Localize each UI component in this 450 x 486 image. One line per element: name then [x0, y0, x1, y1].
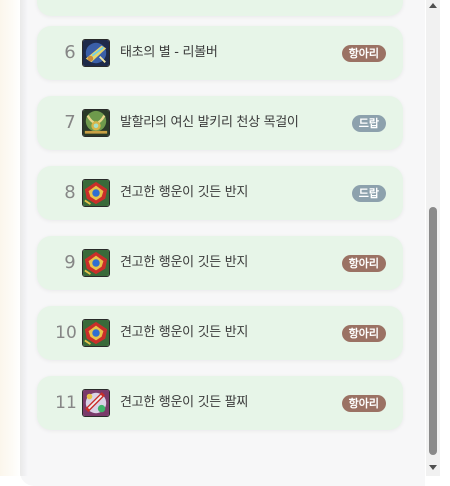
revolver-icon: [82, 39, 110, 67]
bracelet-icon: [82, 389, 110, 417]
item-name: 견고한 행운이 깃든 반지: [120, 185, 249, 200]
source-badge: 항아리: [341, 395, 386, 412]
vertical-scrollbar[interactable]: [426, 0, 440, 476]
source-badge: 항아리: [341, 325, 386, 342]
list-item[interactable]: 9 견고한 행운이 깃든 반지 항아리: [37, 236, 403, 290]
list-item[interactable]: 10 견고한 행운이 깃든 반지 항아리: [37, 306, 403, 360]
item-name: 견고한 행운이 깃든 반지: [120, 325, 249, 340]
item-name: 발할라의 여신 발키리 천상 목걸이: [120, 115, 299, 130]
item-name: 태초의 별 - 리볼버: [120, 45, 218, 60]
rank-number: 11: [55, 393, 77, 413]
list-item[interactable]: 11 견고한 행운이 깃든 팔찌 항아리: [37, 376, 403, 430]
source-badge: 드랍: [351, 115, 386, 132]
source-badge: 항아리: [341, 45, 386, 62]
list-item[interactable]: 8 견고한 행운이 깃든 반지 드랍: [37, 166, 403, 220]
scrollbar-thumb[interactable]: [429, 207, 437, 455]
source-badge: 드랍: [351, 185, 386, 202]
item-name: 견고한 행운이 깃든 팔찌: [120, 395, 249, 410]
rank-number: 10: [55, 323, 77, 343]
ring-icon: [82, 179, 110, 207]
arrow-down-icon[interactable]: [429, 465, 437, 470]
item-ranking-list: 6 태초의 별 - 리볼버 항아리 7 발할라의 여신 발키리 천상 목걸이 드…: [0, 0, 450, 476]
source-badge: 항아리: [341, 255, 386, 272]
ring-icon: [82, 249, 110, 277]
ring-icon: [82, 319, 110, 347]
necklace-icon: [82, 109, 110, 137]
list-item[interactable]: 7 발할라의 여신 발키리 천상 목걸이 드랍: [37, 96, 403, 150]
list-item[interactable]: [37, 0, 403, 16]
arrow-up-icon[interactable]: [429, 3, 437, 8]
list-item[interactable]: 6 태초의 별 - 리볼버 항아리: [37, 26, 403, 80]
item-name: 견고한 행운이 깃든 반지: [120, 255, 249, 270]
